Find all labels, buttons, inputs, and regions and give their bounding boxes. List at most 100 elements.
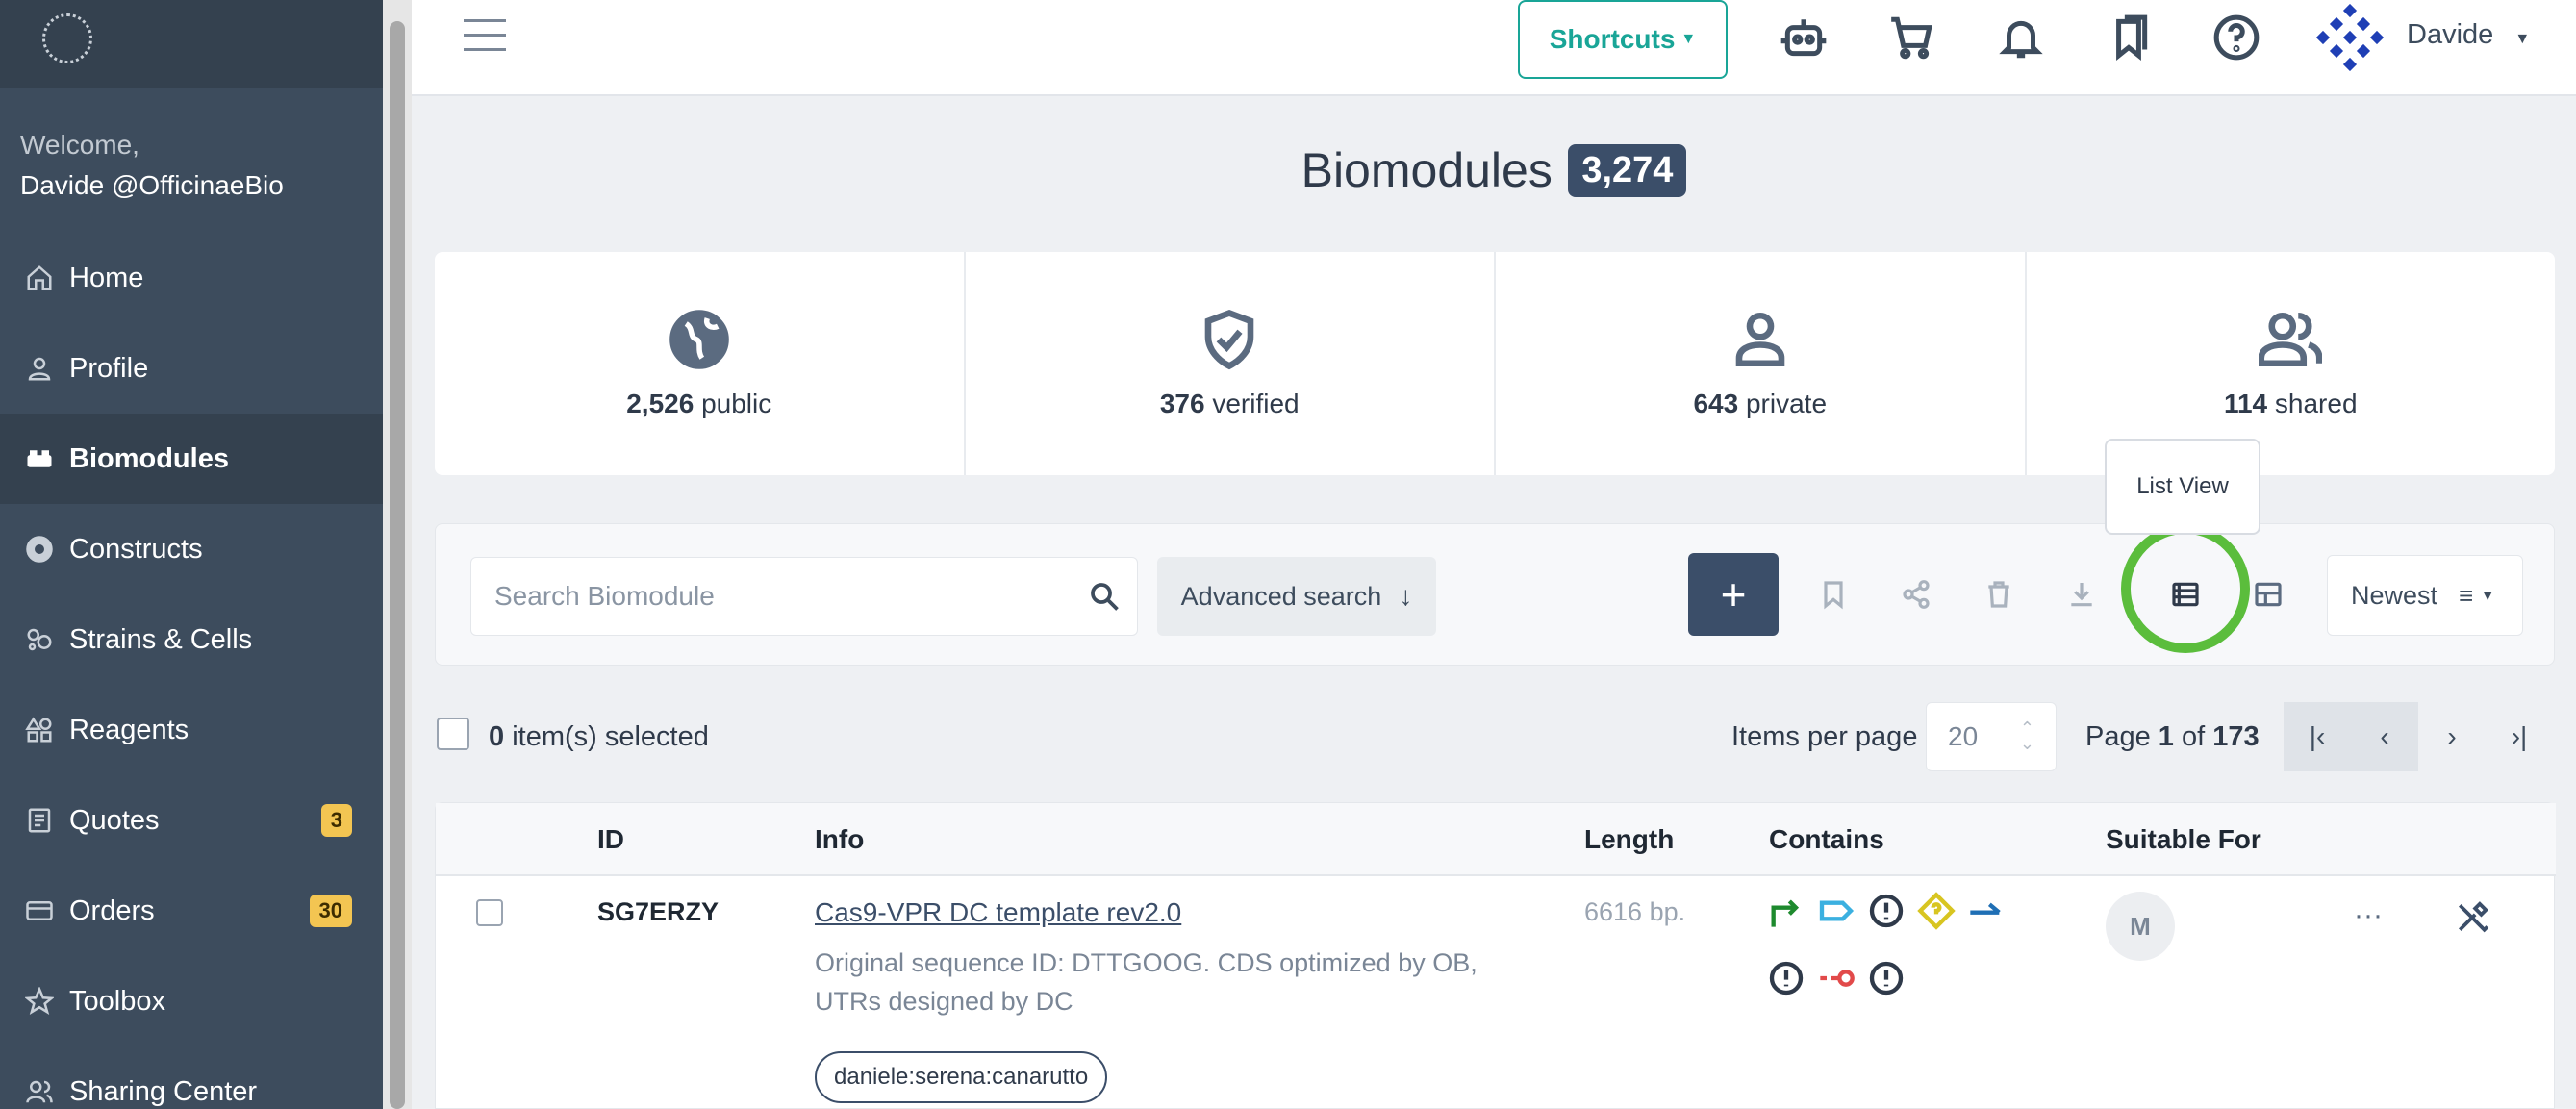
row-tag[interactable]: daniele:serena:canarutto [815,1051,1108,1103]
orders-badge: 30 [309,895,352,927]
robot-icon[interactable] [1780,13,1828,62]
rbs-tag-icon[interactable] [1817,892,1856,930]
stat-private-value: 643 [1693,389,1739,418]
sidebar-item-label: Orders [69,895,155,926]
sidebar-item-biomodules[interactable]: Biomodules [0,414,383,504]
stat-private[interactable]: 643 private [1496,252,2027,475]
page-total: 173 [2212,721,2260,752]
stat-verified-value: 376 [1159,389,1205,418]
first-page-icon: |‹ [2309,721,2326,751]
sidebar-item-profile[interactable]: Profile [0,323,383,414]
sidebar-item-strains-cells[interactable]: Strains & Cells [0,594,383,685]
bookmark-icon[interactable] [1792,553,1875,636]
bell-icon[interactable] [1997,13,2045,62]
first-page-button[interactable]: |‹ [2284,702,2351,771]
sidebar-item-toolbox[interactable]: Toolbox [0,956,383,1046]
page-indicator: Page 1 of 173 [2085,721,2260,753]
stat-public[interactable]: 2,526 public [435,252,966,475]
logo-icon[interactable] [42,13,92,63]
chevron-right-icon: › [2447,721,2457,751]
sidebar-item-sharing-center[interactable]: Sharing Center [0,1046,383,1109]
stat-verified[interactable]: 376 verified [966,252,1496,475]
alert-circle-icon[interactable] [1867,959,1906,997]
home-icon [23,262,56,294]
sort-label: Newest [2351,580,2438,610]
sidebar: Welcome, Davide @OfficinaeBio Home Profi… [0,0,383,1109]
user-menu[interactable]: Davide ▼ [2407,19,2530,51]
sidebar-item-home[interactable]: Home [0,233,383,323]
column-info[interactable]: Info [815,824,864,855]
trash-icon[interactable] [1957,553,2040,636]
stat-shared-value: 114 [2223,389,2268,418]
avatar[interactable] [2315,3,2385,72]
download-icon[interactable] [2040,553,2123,636]
last-page-button[interactable]: ›| [2486,702,2553,771]
sidebar-item-constructs[interactable]: Constructs [0,504,383,594]
tools-icon[interactable] [2454,899,2490,936]
total-count-badge: 3,274 [1568,143,1687,197]
page-current: 1 [2158,721,2174,752]
biomodules-table: ID Info Length Contains Suitable For SG7… [435,802,2556,1109]
search-icon[interactable] [1087,579,1122,614]
caret-down-icon: ▼ [1680,31,1697,47]
row-checkbox[interactable] [476,899,503,926]
row-name-link[interactable]: Cas9-VPR DC template rev2.0 [815,897,1181,928]
sidebar-item-label: Toolbox [69,985,165,1017]
help-icon[interactable] [2212,13,2260,62]
alert-circle-icon[interactable] [1767,959,1806,997]
grid-view-icon[interactable] [2227,553,2310,636]
top-header: Shortcuts ▼ Davide ▼ [412,0,2576,96]
sidebar-item-orders[interactable]: Orders 30 [0,866,383,956]
shortcuts-button[interactable]: Shortcuts ▼ [1518,0,1728,79]
cart-icon[interactable] [1887,13,1935,62]
more-options-icon[interactable]: ··· [2354,899,2383,932]
selected-count: 0 [489,721,505,752]
card-icon [23,895,56,927]
next-page-button[interactable]: › [2418,702,2486,771]
sidebar-item-label: Home [69,262,144,293]
stepper-arrows-icon[interactable]: ⌃ ⌄ [2020,719,2034,752]
advanced-search-button[interactable]: Advanced search ↓ [1157,557,1436,636]
scrollbar-thumb[interactable] [390,21,405,1109]
sidebar-header [0,0,383,88]
stat-public-label: public [701,389,772,418]
alert-circle-icon[interactable] [1867,892,1906,930]
welcome-greeting: Welcome, [20,130,139,160]
sidebar-scrollbar[interactable] [383,0,412,1109]
hamburger-menu-icon[interactable] [464,19,506,54]
column-contains[interactable]: Contains [1769,824,1884,855]
terminator-icon[interactable] [1817,959,1856,997]
sidebar-item-label: Quotes [69,804,160,836]
sort-icon: ≡ [2459,580,2474,610]
items-per-page-stepper[interactable]: 20 ⌃ ⌄ [1926,702,2057,771]
suitable-for-badge[interactable]: M [2106,892,2175,961]
stat-verified-label: verified [1212,389,1300,418]
sidebar-item-label: Biomodules [69,442,229,474]
list-view-tooltip: List View [2105,439,2260,535]
prev-page-button[interactable]: ‹ [2351,702,2418,771]
sidebar-item-label: Profile [69,352,149,384]
sidebar-item-reagents[interactable]: Reagents [0,685,383,775]
select-all-checkbox[interactable] [437,718,469,750]
sidebar-nav: Home Profile Biomodules Constructs Strai… [0,233,383,1109]
bricks-icon [23,442,56,475]
diamond-question-icon[interactable] [1917,892,1956,930]
advanced-search-label: Advanced search [1180,581,1382,611]
share-icon[interactable] [1875,553,1957,636]
cds-arrow-icon[interactable] [1967,892,2006,930]
caret-down-icon: ▼ [2514,31,2531,47]
bookmarks-icon[interactable] [2105,13,2153,62]
sidebar-item-quotes[interactable]: Quotes 3 [0,775,383,866]
row-id: SG7ERZY [597,897,720,926]
search-box [470,557,1138,636]
chevron-left-icon: ‹ [2380,721,2389,751]
column-length[interactable]: Length [1584,824,1674,855]
search-input[interactable] [494,558,1072,635]
promoter-icon[interactable] [1767,892,1806,930]
sort-dropdown[interactable]: Newest ≡ ▼ [2327,555,2523,636]
sidebar-item-label: Reagents [69,714,189,745]
page-prefix: Page [2085,721,2151,752]
column-suitable-for[interactable]: Suitable For [2106,824,2261,855]
add-biomodule-button[interactable]: + [1688,553,1779,636]
column-id[interactable]: ID [597,824,624,855]
